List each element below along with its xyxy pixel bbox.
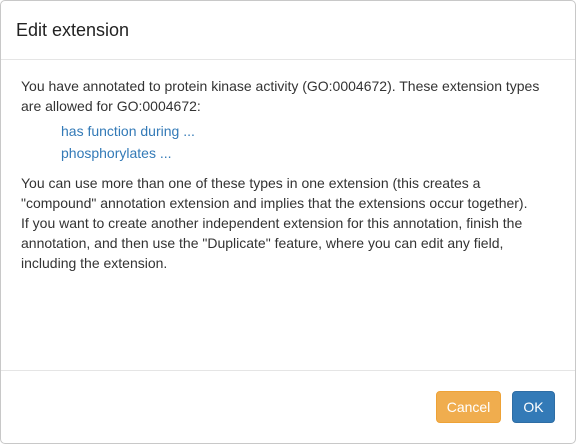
edit-extension-dialog: Edit extension You have annotated to pro… bbox=[0, 0, 576, 444]
dialog-title: Edit extension bbox=[16, 20, 130, 40]
extension-type-link-phosphorylates[interactable]: phosphorylates ... bbox=[61, 145, 172, 161]
extension-type-list: has function during ... phosphorylates .… bbox=[21, 120, 555, 164]
compound-note-text: You can use more than one of these types… bbox=[21, 175, 528, 211]
intro-text: You have annotated to protein kinase act… bbox=[21, 78, 540, 114]
dialog-header: Edit extension bbox=[1, 1, 575, 60]
duplicate-note-text: If you want to create another independen… bbox=[21, 215, 523, 271]
list-item: phosphorylates ... bbox=[61, 142, 555, 164]
list-item: has function during ... bbox=[61, 120, 555, 142]
dialog-body: You have annotated to protein kinase act… bbox=[1, 60, 575, 370]
cancel-button[interactable]: Cancel bbox=[436, 391, 501, 423]
dialog-footer: Cancel OK bbox=[1, 370, 575, 443]
ok-button[interactable]: OK bbox=[512, 391, 555, 423]
extension-type-link-has-function-during[interactable]: has function during ... bbox=[61, 123, 195, 139]
